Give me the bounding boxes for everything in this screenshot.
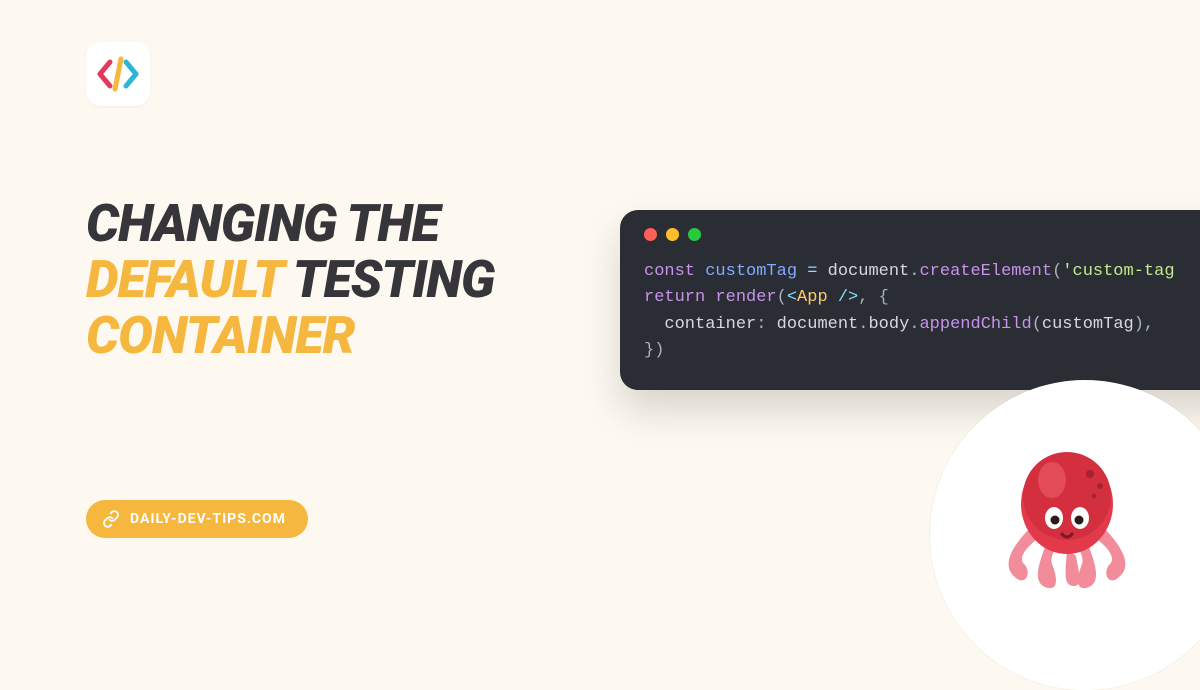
site-logo <box>86 42 150 106</box>
token-space <box>705 288 715 307</box>
token-punct: . <box>909 315 919 334</box>
token-jsx: < <box>787 288 797 307</box>
token-object: document <box>828 262 910 281</box>
token-punct: . <box>858 315 868 334</box>
site-link[interactable]: DAILY-DEV-TIPS.COM <box>86 500 308 538</box>
code-line-1: const customTag = document.createElement… <box>644 259 1200 285</box>
token-operator: = <box>807 262 827 281</box>
token-punct: ( <box>1032 315 1042 334</box>
token-variable: customTag <box>695 262 807 281</box>
token-indent <box>644 315 664 334</box>
close-dot-icon <box>644 228 657 241</box>
mascot-badge <box>930 380 1200 690</box>
token-punct: , { <box>858 288 889 307</box>
token-punct: ( <box>1052 262 1062 281</box>
token-function: render <box>715 288 776 307</box>
token-keyword: const <box>644 262 695 281</box>
token-key: container <box>664 315 756 334</box>
title-word-4: testing <box>293 249 494 310</box>
page-title: Changing the default testing container <box>86 196 566 364</box>
token-string: 'custom-tag <box>1062 262 1174 281</box>
minimize-dot-icon <box>666 228 679 241</box>
code-line-4: container: document.body.appendChild(cus… <box>644 312 1200 338</box>
title-word-2: the <box>347 193 440 254</box>
token-object: body <box>868 315 909 334</box>
zoom-dot-icon <box>688 228 701 241</box>
title-word-3: default <box>86 249 282 310</box>
token-punct: ), <box>1134 315 1154 334</box>
token-punct: . <box>909 262 919 281</box>
site-link-label: DAILY-DEV-TIPS.COM <box>130 511 286 527</box>
token-object: document <box>777 315 859 334</box>
token-keyword: return <box>644 288 705 307</box>
token-jsx-name: App <box>797 288 838 307</box>
link-icon <box>102 510 120 528</box>
code-line-3: return render(<App />, { <box>644 285 1200 311</box>
token-function: appendChild <box>919 315 1031 334</box>
code-brackets-icon <box>96 56 140 92</box>
token-punct: : <box>756 315 776 334</box>
token-punct: }) <box>644 341 664 360</box>
token-function: createElement <box>919 262 1052 281</box>
code-preview-window: const customTag = document.createElement… <box>620 210 1200 390</box>
octopus-icon <box>982 426 1152 596</box>
code-line-5: }) <box>644 338 1200 364</box>
token-arg: customTag <box>1042 315 1134 334</box>
token-punct: ( <box>777 288 787 307</box>
title-word-5: container <box>86 305 355 366</box>
title-word-1: Changing <box>86 193 336 254</box>
window-controls <box>644 228 1200 241</box>
token-jsx: /> <box>838 288 858 307</box>
